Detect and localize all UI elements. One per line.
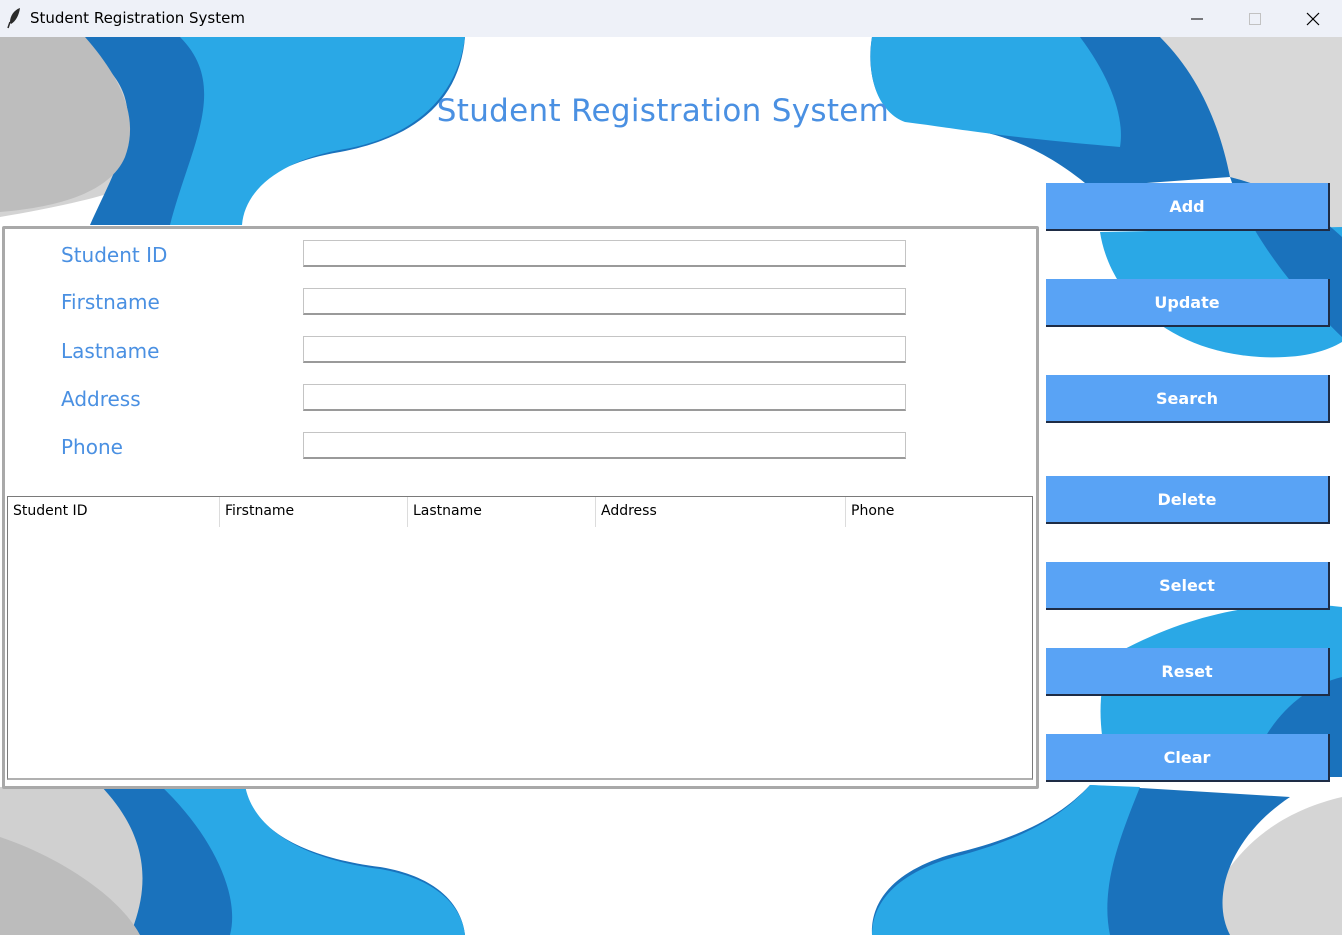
minimize-icon (1191, 18, 1203, 20)
address-label: Address (61, 387, 141, 411)
firstname-label: Firstname (61, 290, 160, 314)
reset-button[interactable]: Reset (1046, 648, 1330, 696)
firstname-input[interactable] (303, 288, 906, 315)
app-heading: Student Registration System (436, 93, 890, 129)
table-header: Student ID Firstname Lastname Address Ph… (8, 497, 1032, 527)
lastname-input[interactable] (303, 336, 906, 363)
update-button[interactable]: Update (1046, 279, 1330, 327)
student-table[interactable]: Student ID Firstname Lastname Address Ph… (7, 496, 1033, 780)
student-form-frame: Student ID Firstname Lastname Address Ph… (2, 226, 1039, 789)
title-bar: Student Registration System (0, 0, 1342, 37)
maximize-button[interactable] (1226, 0, 1284, 37)
clear-button[interactable]: Clear (1046, 734, 1330, 782)
close-icon (1306, 12, 1320, 26)
delete-button[interactable]: Delete (1046, 476, 1330, 524)
phone-input[interactable] (303, 432, 906, 459)
column-header-phone[interactable]: Phone (846, 497, 1032, 527)
close-button[interactable] (1284, 0, 1342, 37)
phone-label: Phone (61, 435, 123, 459)
select-button[interactable]: Select (1046, 562, 1330, 610)
app-window: Student Registration System Student ID F… (0, 37, 1342, 935)
lastname-label: Lastname (61, 339, 160, 363)
column-header-firstname[interactable]: Firstname (220, 497, 408, 527)
column-header-student-id[interactable]: Student ID (8, 497, 220, 527)
column-header-address[interactable]: Address (596, 497, 846, 527)
search-button[interactable]: Search (1046, 375, 1330, 423)
column-header-lastname[interactable]: Lastname (408, 497, 596, 527)
maximize-icon (1249, 13, 1261, 25)
student-id-label: Student ID (61, 243, 168, 267)
window-title: Student Registration System (30, 9, 245, 27)
student-id-input[interactable] (303, 240, 906, 267)
feather-icon (7, 8, 20, 29)
add-button[interactable]: Add (1046, 183, 1330, 231)
address-input[interactable] (303, 384, 906, 411)
minimize-button[interactable] (1168, 0, 1226, 37)
